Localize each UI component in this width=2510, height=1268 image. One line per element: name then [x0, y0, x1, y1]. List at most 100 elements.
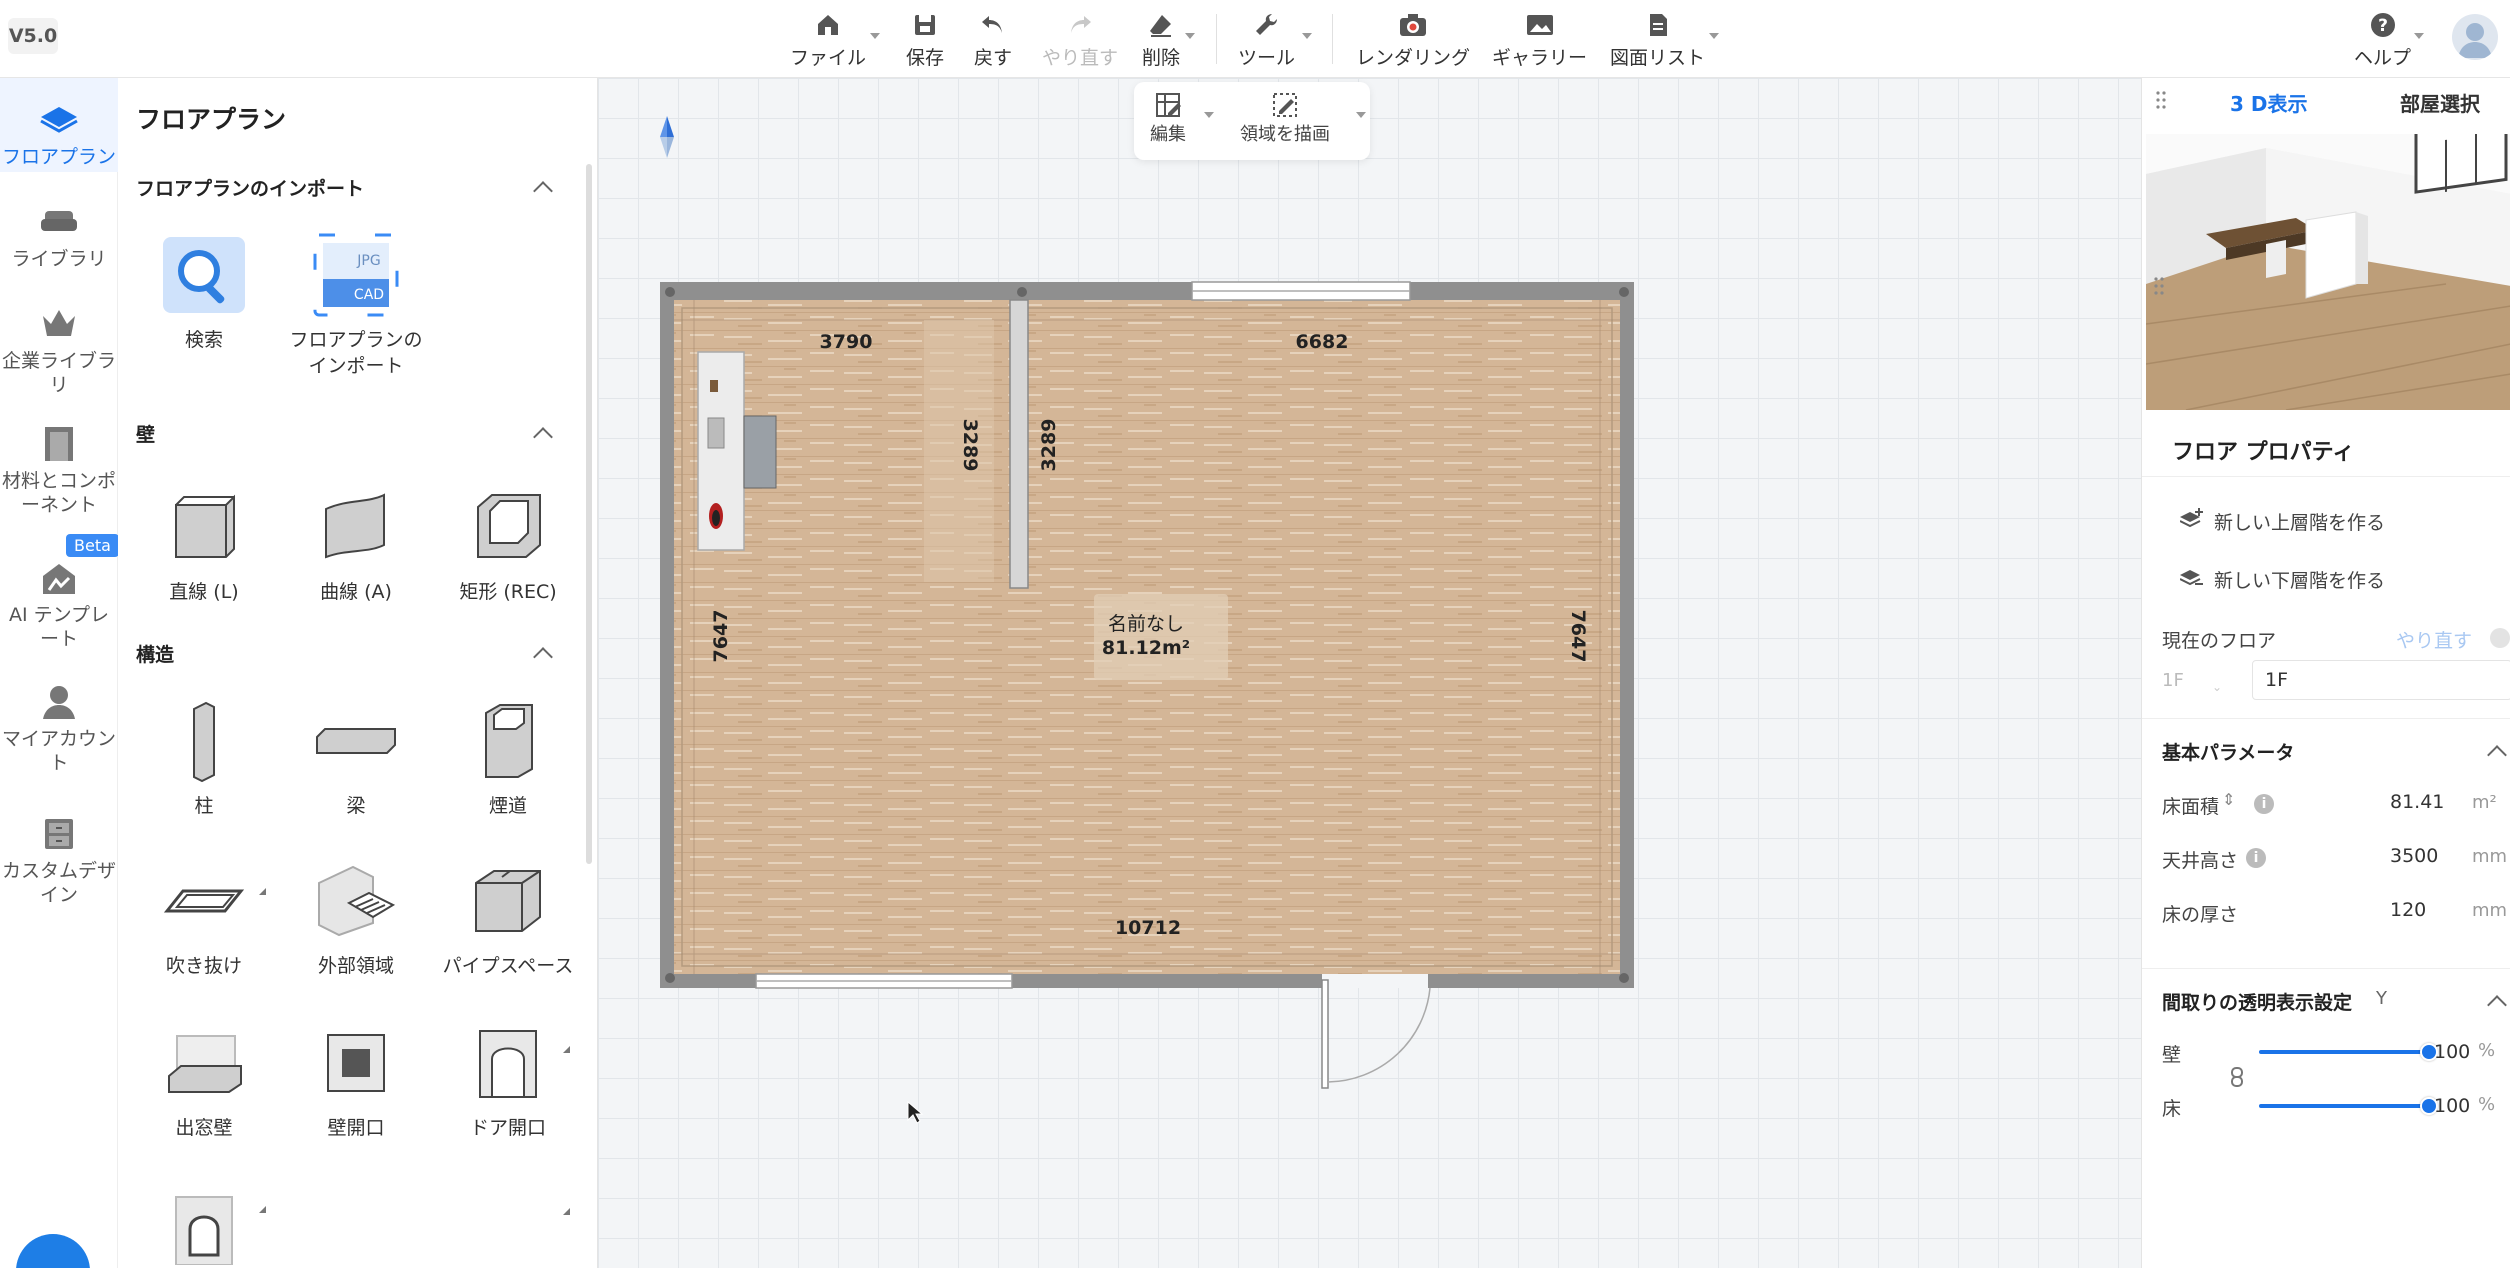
- tile-import-floorplan[interactable]: JPG CAD フロアプランの インポート: [280, 230, 432, 379]
- expand-corner-icon[interactable]: [563, 1208, 570, 1215]
- design-canvas[interactable]: 編集 領域を描画 名前なし 81.12m² 3790 6682 3289 328…: [598, 78, 2141, 1268]
- sink[interactable]: [743, 415, 777, 489]
- tile-exterior-area[interactable]: 外部領域: [280, 856, 432, 980]
- drawing-list-caret-icon[interactable]: [1709, 33, 1719, 39]
- tile-column[interactable]: 柱: [128, 696, 280, 895]
- drag-handle-icon[interactable]: [2154, 276, 2164, 302]
- drawing-list-button[interactable]: 図面リスト: [1610, 8, 1705, 70]
- room-area: 81.12m²: [1102, 637, 1190, 659]
- rail-item-enterprise-library[interactable]: 企業ライブラリ: [0, 302, 118, 398]
- tile-label: 外部領域: [317, 955, 394, 977]
- redo-button[interactable]: やり直す: [1042, 8, 1118, 70]
- undo-button[interactable]: 戻す: [974, 8, 1012, 70]
- tile-void[interactable]: 吹き抜け: [128, 856, 280, 980]
- tile-arch-opening[interactable]: [128, 1182, 280, 1268]
- tile-rectangle-wall[interactable]: 矩形 (REC): [432, 482, 584, 606]
- door-icon: [37, 422, 81, 466]
- right-tabs: 3 D表示 部屋選択: [2142, 78, 2510, 124]
- tile-label: 矩形 (REC): [459, 581, 557, 603]
- save-icon: [909, 9, 941, 41]
- link-icon[interactable]: [2230, 1066, 2244, 1092]
- chevron-up-icon[interactable]: [2487, 745, 2507, 765]
- rail-item-floorplan[interactable]: フロアプラン: [0, 78, 118, 172]
- tile-flue[interactable]: 煙道: [432, 696, 584, 820]
- tile-beam[interactable]: 梁: [280, 696, 432, 820]
- straight-wall-icon: [159, 482, 249, 572]
- door-leaf[interactable]: [1321, 979, 1329, 1089]
- wall-opacity-slider[interactable]: [2259, 1043, 2438, 1061]
- tile-search[interactable]: 検索: [128, 230, 280, 354]
- delete-button[interactable]: 削除: [1142, 8, 1180, 70]
- tools-caret-icon[interactable]: [1302, 33, 1312, 39]
- tile-straight-wall[interactable]: 直線 (L): [128, 482, 280, 606]
- chevron-up-icon[interactable]: [2487, 995, 2507, 1015]
- rail-item-ai-template[interactable]: AI テンプレート: [0, 556, 118, 652]
- partition-wall[interactable]: [1009, 299, 1029, 589]
- 3d-preview[interactable]: [2146, 134, 2510, 410]
- sofa-icon: [37, 200, 81, 244]
- image-icon: [1524, 9, 1556, 41]
- drag-handle-icon[interactable]: [2156, 90, 2166, 116]
- divider: [2142, 476, 2510, 477]
- rail-label: AI テンプレート: [8, 604, 110, 650]
- rectangle-wall-icon: [463, 482, 553, 572]
- save-label: 保存: [906, 46, 945, 69]
- layers-minus-icon: [2179, 566, 2204, 593]
- section-title-import: フロアプランのインポート: [136, 178, 365, 200]
- rail-item-my-account[interactable]: マイアカウント: [0, 680, 118, 776]
- floor-plan[interactable]: 名前なし 81.12m² 3790 6682 3289 3289 7647 76…: [598, 78, 2141, 1268]
- mouse-cursor-icon: [907, 1100, 924, 1124]
- tile-pipe-space[interactable]: パイプスペース: [432, 856, 584, 1053]
- help-button[interactable]: ? ヘルプ: [2354, 8, 2411, 70]
- tile-door-opening[interactable]: ドア開口: [432, 1018, 584, 1215]
- tools-menu-button[interactable]: ツール: [1238, 8, 1295, 70]
- floor-name-input[interactable]: 1F: [2252, 660, 2510, 700]
- rail-item-custom-design[interactable]: カスタムデザイン: [0, 812, 118, 908]
- rail-item-materials[interactable]: 材料とコンポーネント: [0, 422, 118, 518]
- cabinet-icon: [37, 812, 81, 856]
- redo-label: やり直す: [1042, 46, 1119, 69]
- tile-bay-window[interactable]: 出窓壁: [128, 1018, 280, 1213]
- rail-item-library[interactable]: ライブラリ: [0, 200, 118, 272]
- floor-opacity-slider[interactable]: [2259, 1097, 2438, 1115]
- basic-params-title: 基本パラメータ: [2162, 742, 2295, 764]
- version-badge: V5.0: [8, 18, 58, 54]
- door-opening[interactable]: [1322, 974, 1428, 988]
- user-avatar[interactable]: [2452, 14, 2498, 60]
- help-caret-icon[interactable]: [2414, 33, 2424, 39]
- panel-scrollbar[interactable]: [586, 164, 592, 864]
- tile-curved-wall[interactable]: 曲線 (A): [280, 482, 432, 606]
- help-icon: ?: [2367, 9, 2399, 41]
- tile-wall-opening[interactable]: 壁開口: [280, 1018, 432, 1142]
- section-title-structure: 構造: [136, 644, 175, 666]
- file-menu-button[interactable]: ファイル: [790, 8, 866, 70]
- redo-link[interactable]: やり直す: [2396, 626, 2472, 653]
- dimension-label: 3289: [1038, 419, 1060, 472]
- chevron-up-icon[interactable]: [533, 647, 553, 667]
- partition-floor-area[interactable]: [924, 320, 994, 582]
- curved-wall-icon: [311, 482, 401, 572]
- save-button[interactable]: 保存: [906, 8, 944, 70]
- rendering-label: レンダリング: [1356, 46, 1471, 69]
- info-icon[interactable]: i: [2246, 848, 2266, 868]
- column-icon: [159, 696, 249, 786]
- tab-3d-view[interactable]: 3 D表示: [2230, 88, 2307, 117]
- tile-label: パイプスペース: [442, 955, 574, 977]
- sort-arrows-icon[interactable]: ⇕: [2222, 790, 2235, 809]
- delete-caret-icon[interactable]: [1185, 33, 1195, 39]
- rendering-button[interactable]: レンダリング: [1356, 8, 1470, 70]
- tab-room-select[interactable]: 部屋選択: [2400, 88, 2480, 117]
- floor-properties-title: フロア プロパティ: [2172, 440, 2355, 465]
- floorplan-panel: フロアプラン フロアプランのインポート 検索 JPG CAD フロアプランの イン…: [118, 78, 598, 1268]
- info-icon[interactable]: i: [2254, 794, 2274, 814]
- gallery-button[interactable]: ギャラリー: [1492, 8, 1587, 70]
- layers-plus-icon: [2179, 508, 2204, 535]
- wall-opacity-label: 壁: [2162, 1044, 2182, 1066]
- chevron-up-icon[interactable]: [533, 427, 553, 447]
- floor-prefix: 1F: [2162, 670, 2184, 691]
- file-caret-icon[interactable]: [870, 33, 880, 39]
- new-lower-floor-button[interactable]: 新しい下層階を作る: [2179, 566, 2385, 593]
- toolbar-divider: [1332, 14, 1333, 64]
- chevron-up-icon[interactable]: [533, 181, 553, 201]
- new-upper-floor-button[interactable]: 新しい上層階を作る: [2179, 508, 2385, 535]
